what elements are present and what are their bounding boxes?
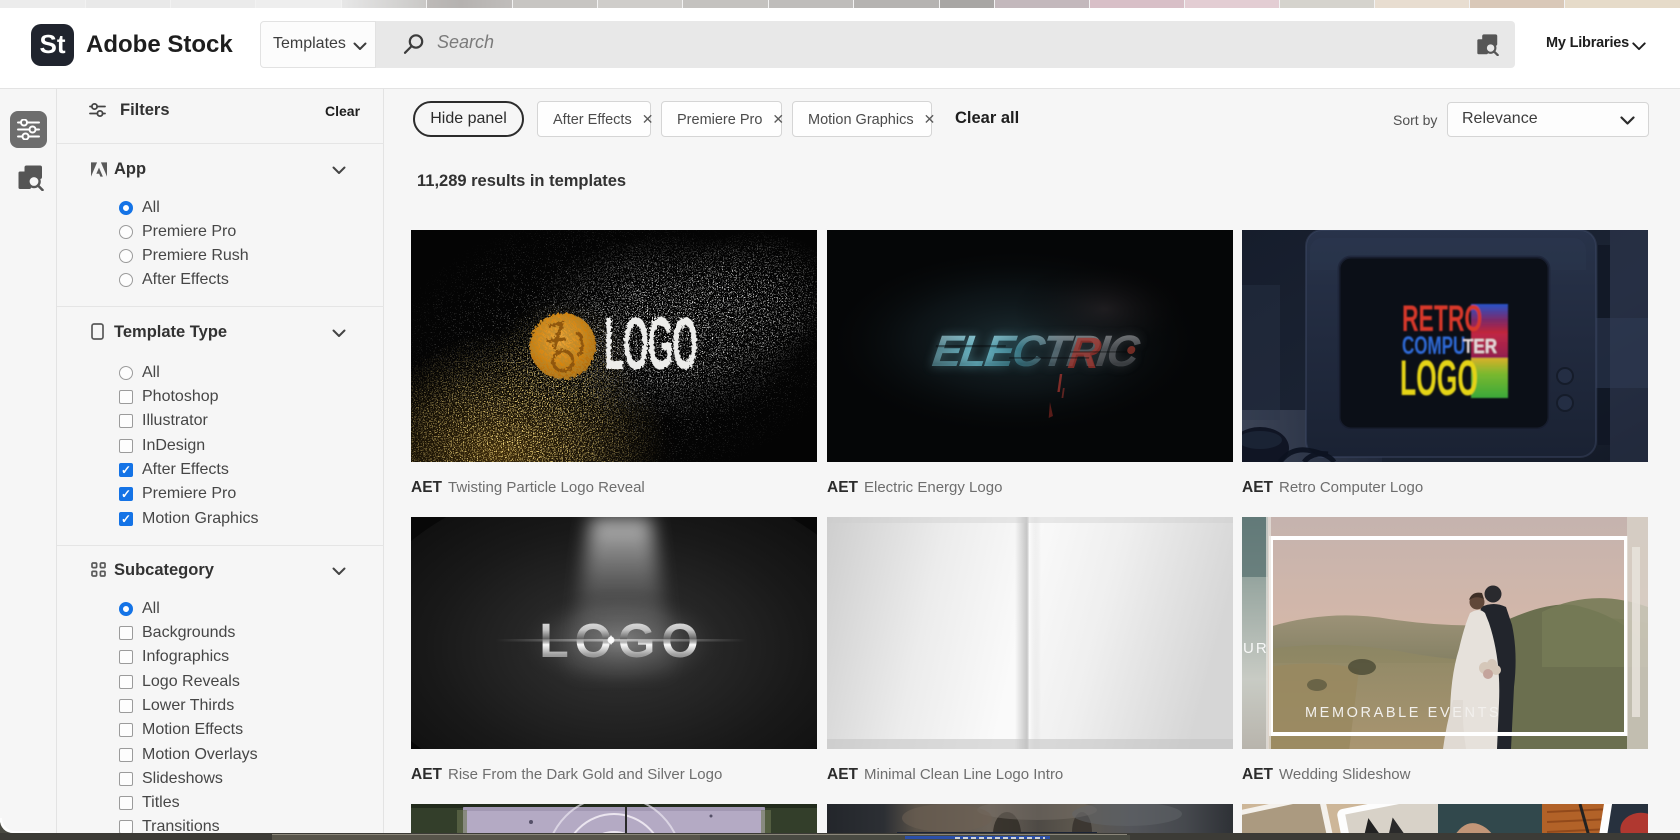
svg-text:LOGO: LOGO	[604, 303, 698, 386]
svg-text:UR: UR	[1243, 640, 1269, 657]
svg-text:MEMORABLE EVENTS: MEMORABLE EVENTS	[1305, 705, 1501, 721]
svg-text:LOGO: LOGO	[1400, 351, 1478, 406]
